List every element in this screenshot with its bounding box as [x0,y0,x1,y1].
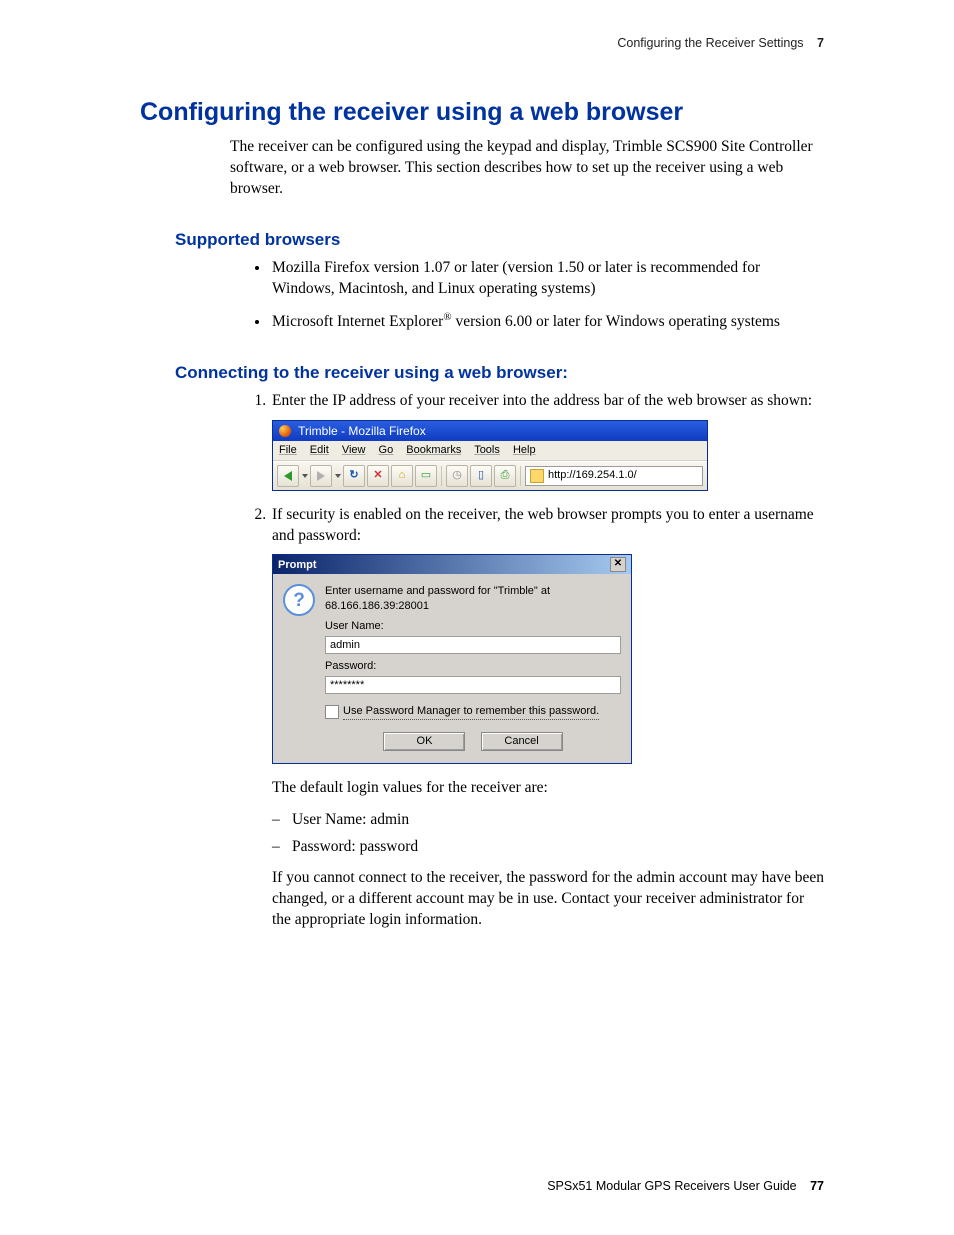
running-head: Configuring the Receiver Settings 7 [140,36,824,50]
separator [520,466,521,486]
menu-file[interactable]: File [279,444,297,456]
sidebar-button[interactable]: ▯ [470,465,492,487]
favicon-icon [530,469,544,483]
page-title: Configuring the receiver using a web bro… [140,98,824,127]
dialog-title: Prompt [278,558,317,573]
dropdown-icon[interactable] [335,474,341,478]
remember-label: Use Password Manager to remember this pa… [343,704,599,720]
menu-bar: File Edit View Go Bookmarks Tools Help [273,441,707,461]
cancel-button[interactable]: Cancel [481,732,563,751]
username-input[interactable] [325,636,621,654]
dropdown-icon[interactable] [302,474,308,478]
reload-button[interactable]: ↻ [343,465,365,487]
step-2: If security is enabled on the receiver, … [270,505,824,931]
menu-view[interactable]: View [342,444,366,456]
list-item: Mozilla Firefox version 1.07 or later (v… [270,258,824,300]
window-title: Trimble - Mozilla Firefox [298,424,426,438]
separator [441,466,442,486]
menu-tools[interactable]: Tools [474,444,500,456]
subsection-connecting: Connecting to the receiver using a web b… [175,363,824,383]
address-bar[interactable]: http://169.254.1.0/ [525,466,703,486]
step-text: If security is enabled on the receiver, … [272,506,814,544]
history-button[interactable]: ◷ [446,465,468,487]
print-button[interactable]: ⎙ [494,465,516,487]
menu-bookmarks[interactable]: Bookmarks [406,444,461,456]
firefox-icon [279,425,291,437]
page-footer: SPSx51 Modular GPS Receivers User Guide … [547,1179,824,1193]
back-button[interactable] [277,465,299,487]
forward-button[interactable] [310,465,332,487]
remember-checkbox[interactable] [325,705,339,719]
text: Microsoft Internet Explorer [272,313,443,330]
dialog-message: Enter username and password for "Trimble… [325,584,621,614]
step-text: Enter the IP address of your receiver in… [272,392,812,409]
list-item: Microsoft Internet Explorer® version 6.0… [270,310,824,333]
cannot-connect-paragraph: If you cannot connect to the receiver, t… [272,868,824,931]
password-input[interactable] [325,676,621,694]
defaults-list: User Name: admin Password: password [272,810,824,858]
prompt-dialog: Prompt ✕ ? Enter username and password f… [272,554,632,763]
chapter-number: 7 [817,36,824,50]
toolbar: ↻ ✕ ⌂ ▭ ◷ ▯ ⎙ http://169.254.1.0/ [273,461,707,490]
subsection-supported-browsers: Supported browsers [175,230,824,250]
close-button[interactable]: ✕ [610,557,626,572]
registered-symbol: ® [443,311,451,323]
window-titlebar: Trimble - Mozilla Firefox [273,421,707,441]
intro-paragraph: The receiver can be configured using the… [230,137,824,200]
text: version 6.00 or later for Windows operat… [452,313,780,330]
username-label: User Name: [325,619,621,634]
dialog-titlebar: Prompt ✕ [273,555,631,574]
step-1: Enter the IP address of your receiver in… [270,391,824,491]
browser-list: Mozilla Firefox version 1.07 or later (v… [230,258,824,333]
menu-edit[interactable]: Edit [310,444,329,456]
section-name: Configuring the Receiver Settings [617,36,803,50]
new-tab-button[interactable]: ▭ [415,465,437,487]
arrow-left-icon [284,471,292,481]
password-label: Password: [325,659,621,674]
firefox-window: Trimble - Mozilla Firefox File Edit View… [272,420,708,491]
arrow-right-icon [317,471,325,481]
book-title: SPSx51 Modular GPS Receivers User Guide [547,1179,796,1193]
menu-go[interactable]: Go [379,444,394,456]
url-text: http://169.254.1.0/ [548,468,637,483]
remember-checkbox-row: Use Password Manager to remember this pa… [325,704,621,720]
list-item: User Name: admin [292,810,824,831]
page-number: 77 [810,1179,824,1193]
menu-help[interactable]: Help [513,444,536,456]
defaults-intro: The default login values for the receive… [272,778,824,799]
question-icon: ? [283,584,315,616]
list-item: Password: password [292,837,824,858]
steps-list: Enter the IP address of your receiver in… [230,391,824,931]
ok-button[interactable]: OK [383,732,465,751]
home-button[interactable]: ⌂ [391,465,413,487]
stop-button[interactable]: ✕ [367,465,389,487]
